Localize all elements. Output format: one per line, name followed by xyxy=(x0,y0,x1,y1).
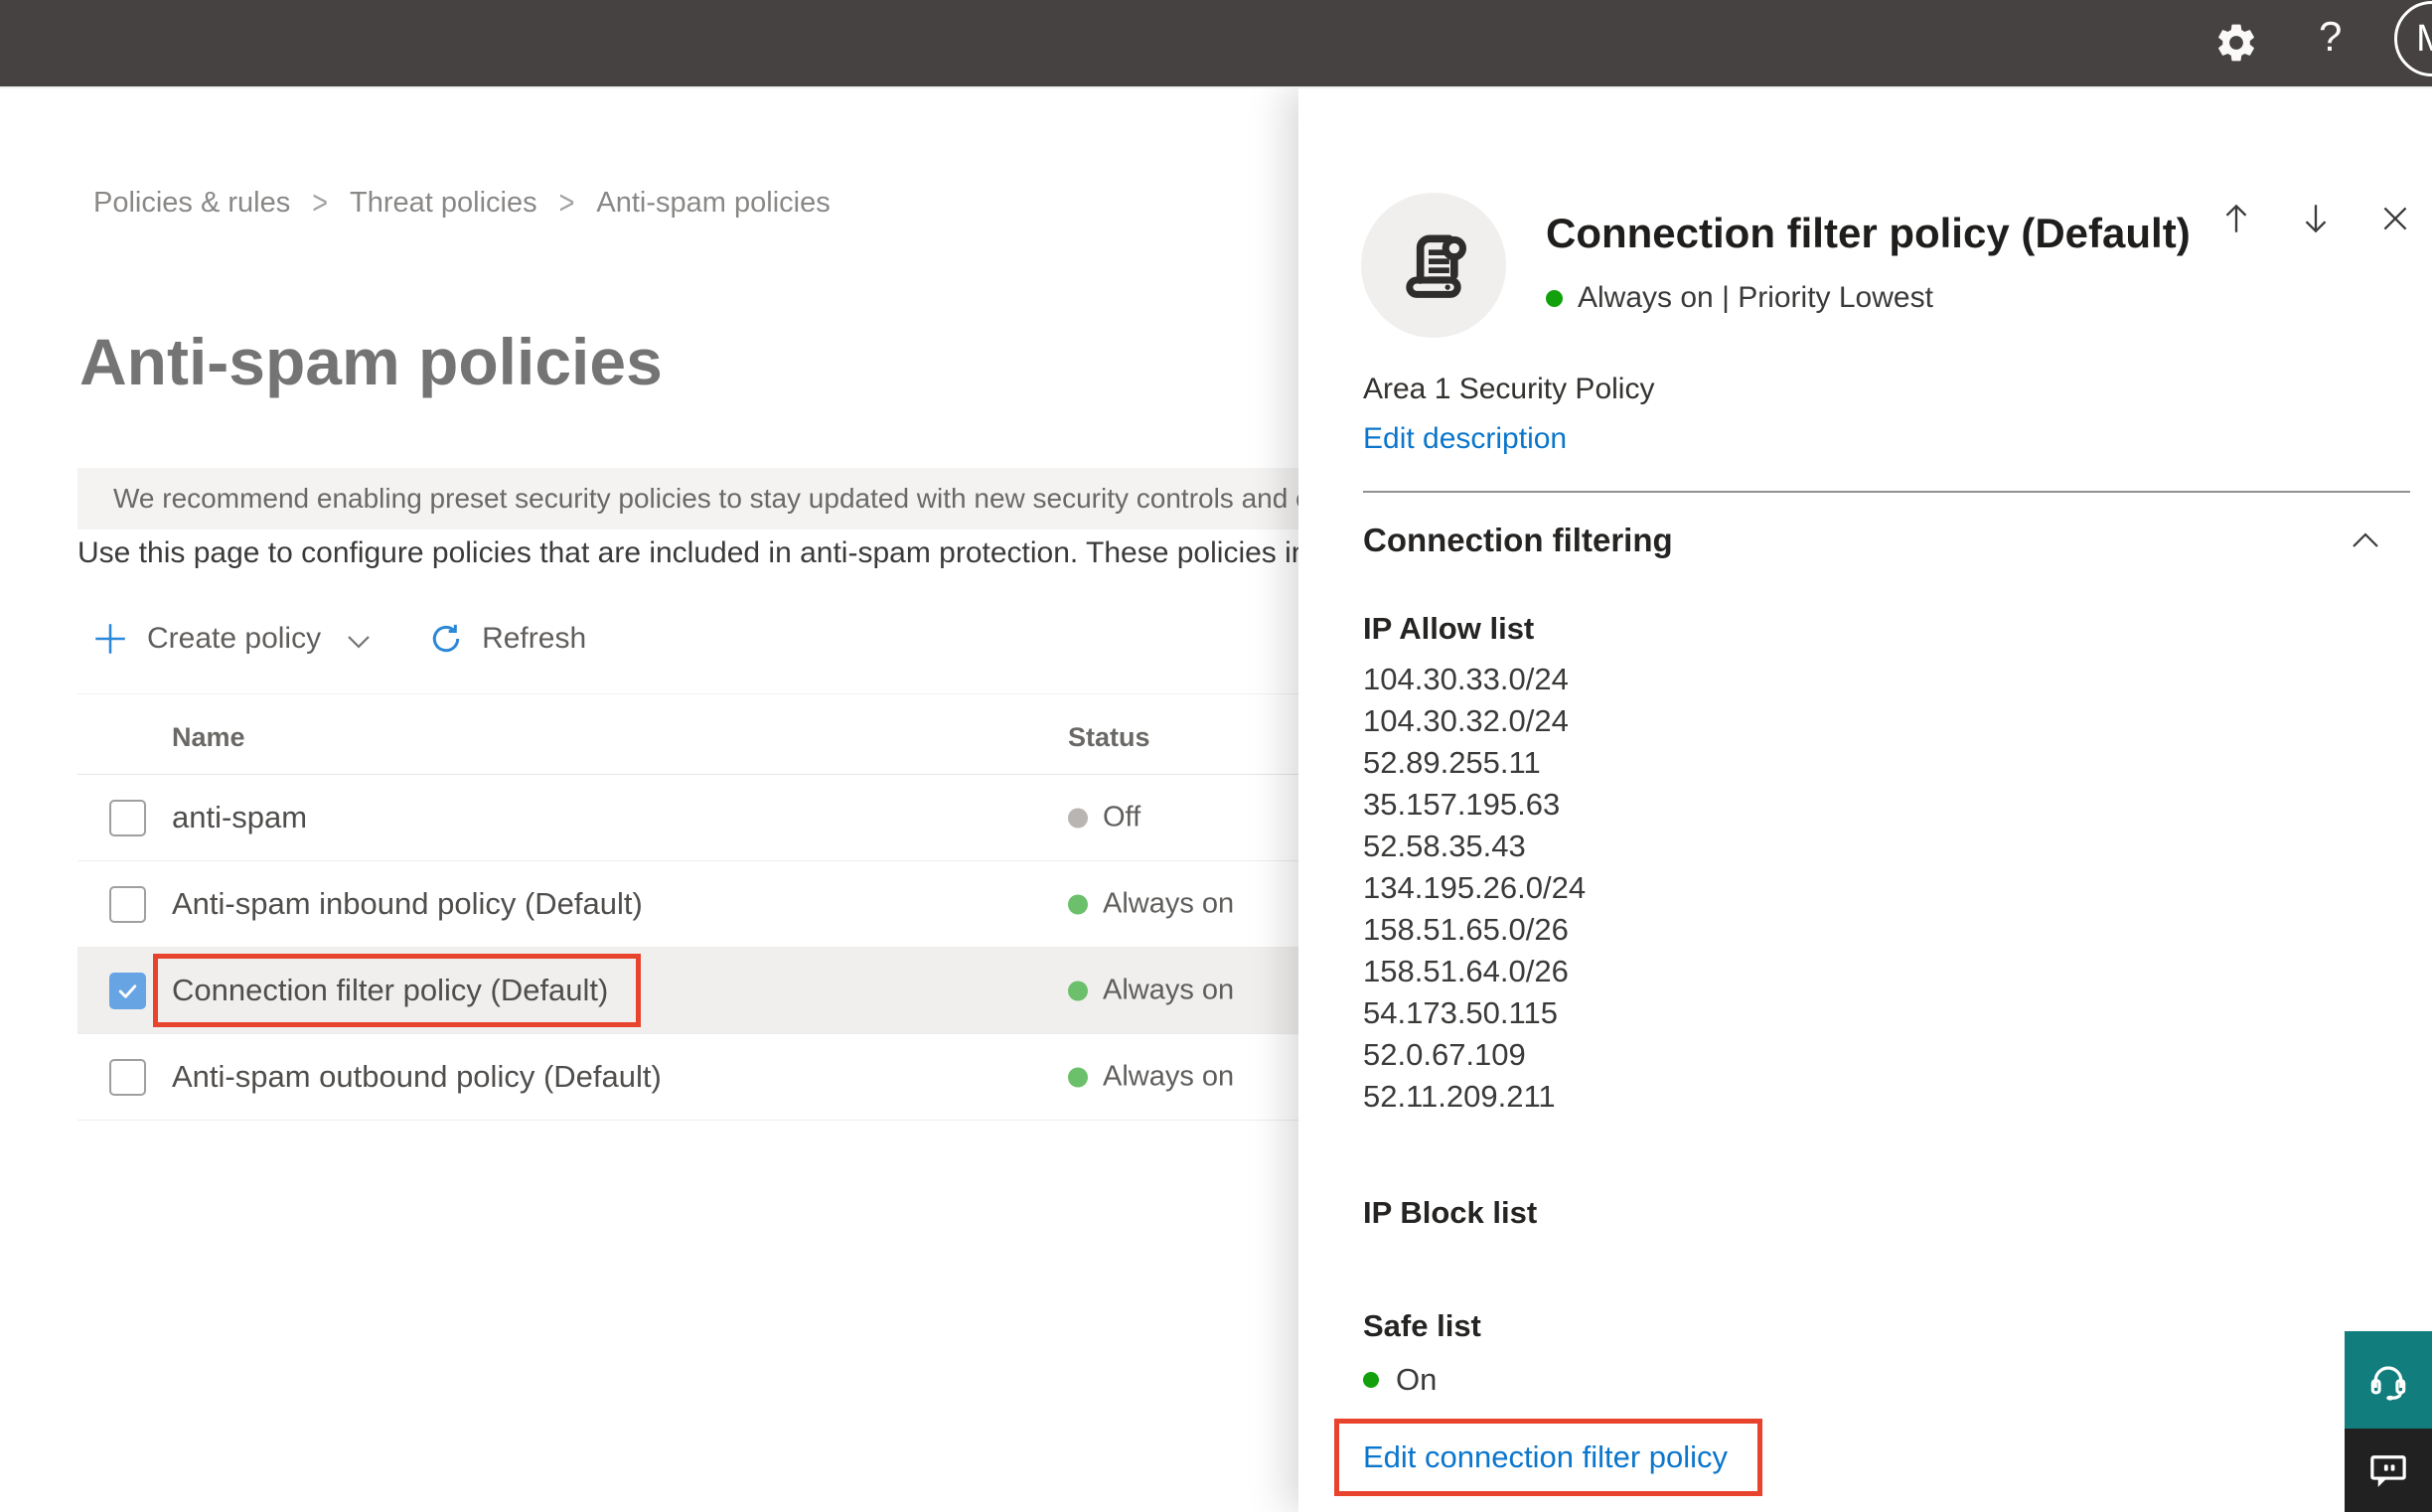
safe-list-status: On xyxy=(1363,1362,1437,1398)
ip-entry: 52.11.209.211 xyxy=(1363,1079,1556,1114)
ip-entry: 52.58.35.43 xyxy=(1363,829,1526,863)
ip-entry: 54.173.50.115 xyxy=(1363,995,1558,1030)
ip-entry: 158.51.64.0/26 xyxy=(1363,954,1569,988)
refresh-button[interactable]: Refresh xyxy=(428,621,586,657)
feedback-button[interactable] xyxy=(2345,1429,2432,1512)
chevron-down-icon xyxy=(348,636,370,649)
panel-title: Connection filter policy (Default) xyxy=(1546,210,2191,256)
edit-link-annotation-box: Edit connection filter policy xyxy=(1334,1419,1763,1496)
panel-status-label: Always on | Priority Lowest xyxy=(1578,281,1933,314)
table-row[interactable]: Anti-spam outbound policy (Default) Alwa… xyxy=(77,1034,1393,1121)
status-badge: Always on xyxy=(1068,1061,1234,1094)
status-label: Always on xyxy=(1103,974,1235,1006)
page-title: Anti-spam policies xyxy=(79,325,663,398)
refresh-label: Refresh xyxy=(482,622,587,655)
table-row[interactable]: Anti-spam inbound policy (Default) Alway… xyxy=(77,861,1393,948)
status-badge: Always on xyxy=(1068,975,1234,1007)
breadcrumb-threat-policies[interactable]: Threat policies xyxy=(350,187,537,220)
status-label: Off xyxy=(1103,801,1141,833)
breadcrumb: Policies & rules > Threat policies > Ant… xyxy=(93,184,831,222)
status-dot-on xyxy=(1068,1067,1088,1087)
create-policy-button[interactable]: Create policy xyxy=(91,620,371,658)
page-description: Use this page to configure policies that… xyxy=(77,536,1393,569)
row-checkbox[interactable] xyxy=(109,800,146,836)
column-header-status[interactable]: Status xyxy=(1068,722,1150,753)
ip-entry: 52.89.255.11 xyxy=(1363,745,1541,780)
check-icon xyxy=(118,984,137,998)
ip-entry: 35.157.195.63 xyxy=(1363,787,1561,822)
arrow-up-icon[interactable] xyxy=(2217,200,2255,237)
status-badge: Always on xyxy=(1068,888,1234,921)
table-row[interactable]: anti-spam Off xyxy=(77,775,1393,861)
ip-entry: 134.195.26.0/24 xyxy=(1363,870,1587,905)
edit-connection-filter-policy-link[interactable]: Edit connection filter policy xyxy=(1363,1439,1728,1474)
table-header: Name Status xyxy=(77,694,1393,775)
policy-name: Anti-spam outbound policy (Default) xyxy=(172,1059,662,1094)
ip-entry: 158.51.65.0/26 xyxy=(1363,912,1569,947)
row-checkbox-checked[interactable] xyxy=(109,973,146,1009)
ip-entry: 104.30.32.0/24 xyxy=(1363,703,1569,738)
settings-icon[interactable] xyxy=(2213,20,2259,66)
breadcrumb-policies-rules[interactable]: Policies & rules xyxy=(93,187,290,220)
ip-allow-list-label: IP Allow list xyxy=(1363,611,1535,646)
row-checkbox[interactable] xyxy=(109,886,146,923)
policy-avatar xyxy=(1361,193,1506,338)
status-dot-on xyxy=(1363,1372,1379,1388)
status-dot-on xyxy=(1068,981,1088,1000)
column-header-name[interactable]: Name xyxy=(172,722,245,753)
status-dot-off xyxy=(1068,808,1088,828)
status-badge: Off xyxy=(1068,802,1140,834)
breadcrumb-anti-spam-policies[interactable]: Anti-spam policies xyxy=(596,187,830,220)
policy-name: Anti-spam inbound policy (Default) xyxy=(172,886,643,921)
table-row-selected[interactable]: Connection filter policy (Default) Alway… xyxy=(77,948,1393,1034)
arrow-down-icon[interactable] xyxy=(2297,200,2335,237)
edit-description-link[interactable]: Edit description xyxy=(1363,422,1567,456)
create-policy-label: Create policy xyxy=(147,622,322,655)
panel-nav xyxy=(2217,200,2414,237)
row-checkbox[interactable] xyxy=(109,1059,146,1096)
ip-entry: 52.0.67.109 xyxy=(1363,1037,1526,1072)
headset-icon xyxy=(2370,1366,2406,1401)
chevron-right-icon: > xyxy=(312,184,329,222)
avatar[interactable]: M xyxy=(2394,1,2432,76)
refresh-icon xyxy=(432,624,460,653)
support-button[interactable] xyxy=(2345,1331,2432,1429)
policy-table: Name Status anti-spam Off Anti-spam inbo… xyxy=(77,693,1393,1121)
banner-text: We recommend enabling preset security po… xyxy=(113,483,1393,514)
toolbar: Create policy Refresh xyxy=(91,612,586,666)
app-top-bar: ? M xyxy=(0,0,2432,88)
ip-allow-list: 104.30.33.0/24 104.30.32.0/24 52.89.255.… xyxy=(1363,659,1586,1118)
policy-description: Area 1 Security Policy xyxy=(1363,373,1655,405)
plus-icon xyxy=(95,624,125,654)
policy-name-highlighted: Connection filter policy (Default) xyxy=(153,954,642,1027)
ip-block-list-label: IP Block list xyxy=(1363,1195,1538,1230)
policy-name: anti-spam xyxy=(172,800,308,834)
panel-status: Always on | Priority Lowest xyxy=(1546,281,1933,315)
close-icon[interactable] xyxy=(2376,200,2414,237)
status-label: Always on xyxy=(1103,887,1235,920)
divider xyxy=(1363,491,2410,493)
ip-entry: 104.30.33.0/24 xyxy=(1363,662,1569,696)
status-label: Always on xyxy=(1103,1060,1235,1093)
chevron-right-icon: > xyxy=(558,184,575,222)
recommendation-banner: We recommend enabling preset security po… xyxy=(77,468,1393,529)
safe-list-label: Safe list xyxy=(1363,1308,1481,1343)
status-dot-on xyxy=(1546,289,1563,307)
status-dot-on xyxy=(1068,894,1088,914)
safe-list-status-label: On xyxy=(1396,1362,1438,1397)
scroll-icon xyxy=(1406,234,1466,298)
details-flyout-panel: Connection filter policy (Default) Alway… xyxy=(1298,86,2432,1512)
section-connection-filtering: Connection filtering xyxy=(1363,522,1673,558)
chat-icon xyxy=(2370,1455,2406,1487)
help-icon[interactable]: ? xyxy=(2319,13,2342,61)
chevron-up-icon[interactable] xyxy=(2351,531,2380,549)
